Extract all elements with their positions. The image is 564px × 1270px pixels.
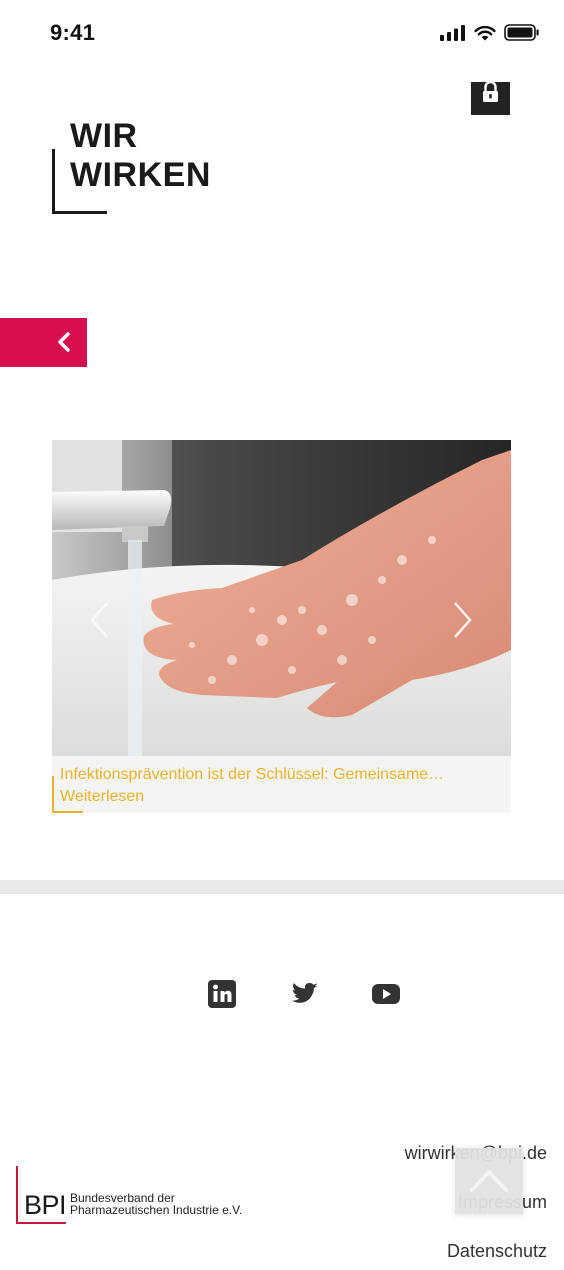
section-divider [0, 880, 564, 894]
wifi-icon [474, 25, 496, 40]
linkedin-icon [208, 980, 236, 1008]
status-time: 9:41 [50, 20, 96, 45]
twitter-icon [292, 983, 318, 1003]
back-button[interactable] [0, 318, 87, 367]
chevron-left-icon [90, 602, 108, 638]
scroll-to-top-button[interactable] [455, 1148, 523, 1214]
datenschutz-link[interactable]: Datenschutz [447, 1241, 547, 1262]
chevron-up-icon [470, 1170, 508, 1192]
slider-next-button[interactable] [451, 600, 475, 645]
bpi-name: Bundesverband der Pharmazeutischen Indus… [70, 1192, 242, 1216]
wir-wirken-logo[interactable]: WIR WIRKEN [52, 117, 242, 214]
battery-icon [504, 24, 539, 41]
news-slider: Infektionsprävention ist der Schlüssel: … [52, 440, 511, 813]
read-more-link[interactable]: Weiterlesen [60, 788, 144, 806]
status-icons [440, 24, 540, 41]
youtube-icon [372, 984, 400, 1004]
chevron-left-icon [58, 332, 70, 352]
slide-caption: Infektionsprävention ist der Schlüssel: … [52, 756, 511, 813]
youtube-link[interactable] [370, 978, 402, 1010]
cellular-signal-icon [440, 24, 465, 41]
status-bar: 9:41 [0, 0, 564, 66]
linkedin-link[interactable] [206, 978, 238, 1010]
bpi-letters: BPI [24, 1190, 67, 1220]
lock-button[interactable] [471, 80, 510, 115]
logo-line-2: WIRKEN [70, 156, 211, 194]
chevron-right-icon [454, 602, 472, 638]
logo-line-1: WIR [70, 117, 138, 155]
hands-washing-image [52, 440, 511, 756]
twitter-link[interactable] [288, 978, 320, 1010]
lock-icon [483, 80, 498, 102]
slide-image[interactable] [52, 440, 511, 756]
caption-title[interactable]: Infektionsprävention ist der Schlüssel: … [60, 766, 444, 784]
bpi-logo[interactable]: BPI Bundesverband der Pharmazeutischen I… [16, 1166, 266, 1224]
slider-prev-button[interactable] [87, 600, 111, 645]
bpi-name-line-2: Pharmazeutischen Industrie e.V. [70, 1203, 243, 1217]
